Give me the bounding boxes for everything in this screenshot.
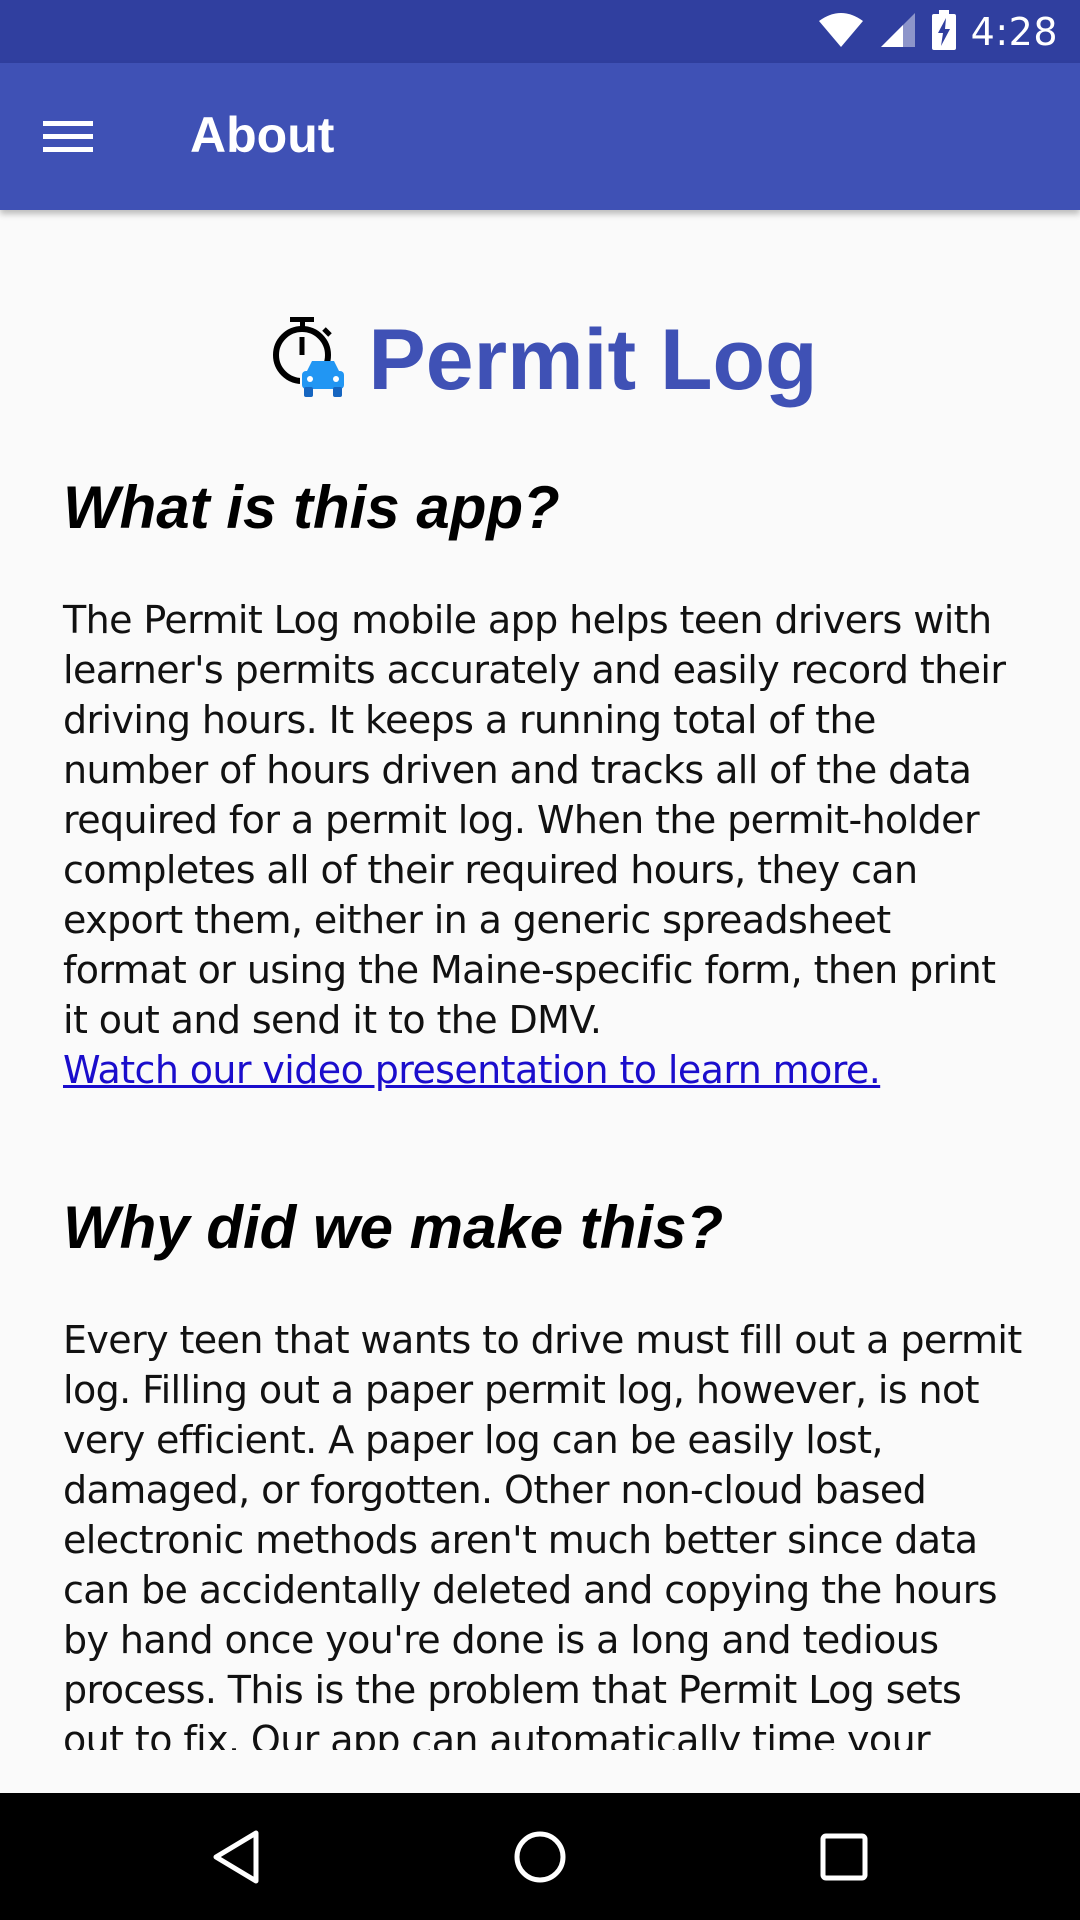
cell-signal-icon xyxy=(879,11,917,53)
status-bar: 4:28 xyxy=(0,0,1080,63)
section-heading-why: Why did we make this? xyxy=(63,1194,724,1261)
wifi-icon xyxy=(817,11,865,53)
stopwatch-car-icon xyxy=(262,315,348,405)
home-icon[interactable] xyxy=(504,1821,576,1893)
navigation-bar xyxy=(0,1793,1080,1920)
app-name: Permit Log xyxy=(368,312,818,408)
battery-charging-icon xyxy=(931,9,957,54)
about-content[interactable]: Permit Log What is this app? The Permit … xyxy=(0,210,1080,1750)
section-body-what: The Permit Log mobile app helps teen dri… xyxy=(63,598,1006,1042)
status-icons: 4:28 xyxy=(817,0,1080,63)
video-presentation-link[interactable]: Watch our video presentation to learn mo… xyxy=(63,1045,881,1095)
page-title: About xyxy=(190,107,335,163)
app-logo: Permit Log xyxy=(0,305,1080,415)
recents-icon[interactable] xyxy=(808,1821,880,1893)
section-body-why: Every teen that wants to drive must fill… xyxy=(63,1318,1022,1750)
back-icon[interactable] xyxy=(200,1821,272,1893)
section-heading-what: What is this app? xyxy=(63,474,560,541)
hamburger-menu-icon[interactable] xyxy=(40,109,96,165)
status-time: 4:28 xyxy=(970,9,1058,54)
app-bar: About xyxy=(0,63,1080,210)
